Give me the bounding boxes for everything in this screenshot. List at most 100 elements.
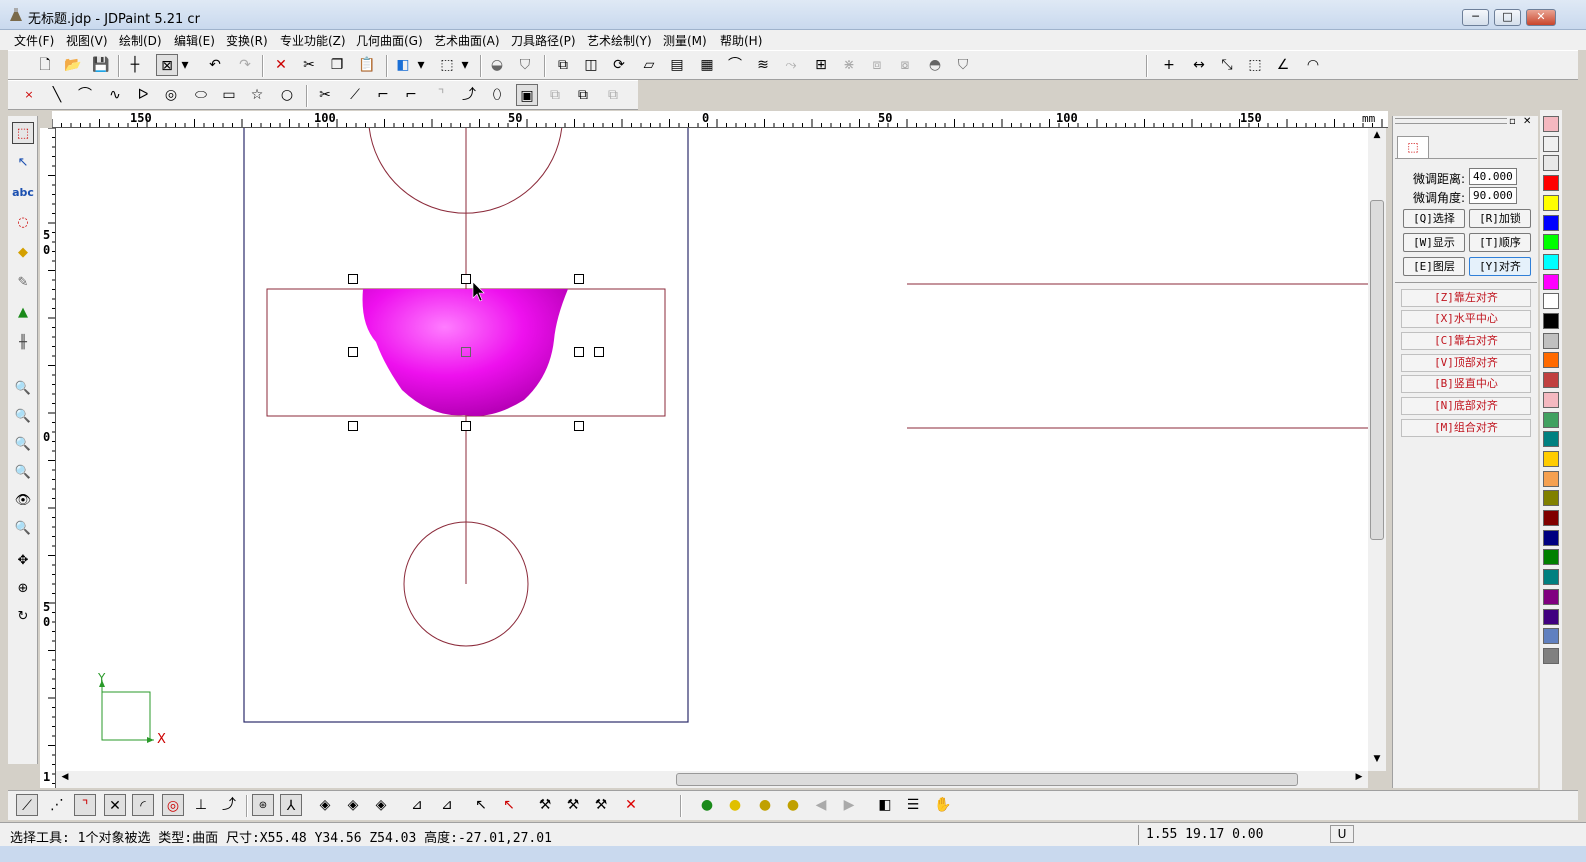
display-button[interactable]: [W]显示 [1403,233,1465,252]
line-icon[interactable]: ╲ [46,84,68,106]
box-view-icon[interactable]: ⬚ [436,54,458,76]
chevron-down-icon[interactable]: ▾ [178,54,192,76]
snap-arc-icon[interactable]: ◜ [132,794,154,816]
snap-intersection-icon[interactable]: ✕ [104,794,126,816]
minimize-button[interactable]: ─ [1462,9,1489,26]
magenta-surface[interactable] [362,289,568,416]
arrow-right-icon[interactable]: ▶ [838,794,860,816]
hand-icon[interactable]: ✋ [932,794,954,816]
panel-close-icon[interactable]: ✕ [1523,116,1535,128]
text-tool-icon[interactable]: abc [12,182,34,204]
light-multi-icon[interactable]: ● [782,794,804,816]
snap-tangent-icon[interactable]: ⤴ [218,794,240,816]
array-icon[interactable]: ▦ [696,54,718,76]
skew-icon[interactable]: ▱ [638,54,660,76]
vertical-scroll-thumb[interactable] [1370,200,1384,540]
zoom-in-icon[interactable]: 🔍 [12,434,34,456]
layer-list-icon[interactable]: ☰ [902,794,924,816]
mode-indicator[interactable]: U [1330,825,1354,843]
vertical-scrollbar[interactable]: ▲ ▼ [1368,128,1386,771]
snap-midpoint-icon[interactable]: ⋰ [46,794,68,816]
scroll-up-icon[interactable]: ▲ [1370,130,1384,144]
curve-icon[interactable]: ⌒ [724,54,746,76]
color-swatch[interactable] [1543,234,1559,251]
undo-icon[interactable]: ↶ [204,54,226,76]
menu-art-draw[interactable]: 艺术绘制(Y) [587,32,652,49]
bucket-icon[interactable]: ▲ [12,302,34,324]
lock-button[interactable]: [R]加锁 [1469,209,1531,228]
mirror-icon[interactable]: ◫ [580,54,602,76]
color-swatch[interactable] [1543,155,1559,172]
plus-icon[interactable]: + [1158,54,1180,76]
color-swatch[interactable] [1543,253,1559,270]
menu-geometric-surface[interactable]: 几何曲面(G) [356,32,423,49]
align-left-button[interactable]: [Z]靠左对齐 [1401,289,1531,307]
zoom-all-icon[interactable]: 🔍 [12,462,34,484]
color-swatch[interactable] [1543,332,1559,349]
snap-endpoint-icon[interactable]: ⟋ [16,794,38,816]
deselect-point-icon[interactable]: ↖ [498,794,520,816]
panel-float-icon[interactable]: ▫ [1509,116,1521,128]
view-iso-3-icon[interactable]: ◈ [370,794,392,816]
menu-edit[interactable]: 编辑(E) [174,32,215,49]
menu-help[interactable]: 帮助(H) [720,32,762,49]
color-swatch[interactable] [1543,431,1559,448]
star-icon[interactable]: ☆ [246,84,268,106]
measure-distance-icon[interactable]: ↔ [1188,54,1210,76]
snap-center-icon[interactable]: ◎ [162,794,184,816]
menu-toolpath[interactable]: 刀具路径(P) [511,32,576,49]
color-swatch[interactable] [1543,490,1559,507]
spline-icon[interactable]: ∿ [104,84,126,106]
rotate-view-icon[interactable]: ↻ [12,606,34,628]
delete-icon[interactable]: ✕ [270,54,292,76]
circle-icon[interactable]: ◎ [160,84,182,106]
align-icon[interactable]: ▤ [666,54,688,76]
offset-icon[interactable]: ▣ [516,84,538,106]
shade-icon[interactable]: ◒ [486,54,508,76]
copy-icon[interactable]: ❐ [326,54,348,76]
new-file-icon[interactable]: 🗋 [34,54,56,76]
scroll-left-icon[interactable]: ◀ [58,772,72,786]
color-swatch[interactable] [1543,116,1559,132]
shade-icon[interactable]: ◓ [924,54,946,76]
chevron-down-icon[interactable]: ▾ [414,54,428,76]
color-swatch[interactable] [1543,313,1559,329]
rotate-transform-icon[interactable]: ⧉ [602,84,624,106]
menu-transform[interactable]: 变换(R) [226,32,268,49]
align-button[interactable]: [Y]对齐 [1469,257,1531,276]
menu-professional[interactable]: 专业功能(Z) [280,32,346,49]
align-bottom-button[interactable]: [N]底部对齐 [1401,397,1531,415]
ellipse-offset-icon[interactable]: ⬯ [486,84,508,106]
measure-arc-icon[interactable]: ◠ [1302,54,1324,76]
fillet-icon[interactable]: ⌐ [372,84,394,106]
wave-icon[interactable]: ≋ [752,54,774,76]
close-button[interactable]: ✕ [1526,9,1556,26]
fill-tool-icon[interactable]: ◆ [12,242,34,264]
corner-icon[interactable]: ⌝ [430,84,452,106]
zoom-out-icon[interactable]: 🔍 [12,406,34,428]
node-tool-1-icon[interactable]: ⚒ [534,794,556,816]
join-icon[interactable]: ⤳ [780,54,802,76]
color-swatch[interactable] [1543,470,1559,487]
plane-icon[interactable]: ⊿ [406,794,428,816]
color-swatch[interactable] [1543,588,1559,605]
offset-curve-icon[interactable]: ⤴ [458,84,480,106]
node-edit-icon[interactable]: ↖ [12,152,34,174]
scroll-right-icon[interactable]: ▶ [1352,772,1366,786]
horizontal-scroll-thumb[interactable] [676,773,1298,786]
transform-icon[interactable]: ⧉ [552,54,574,76]
material-icon[interactable]: ◧ [874,794,896,816]
measure-box-icon[interactable]: ⬚ [1244,54,1266,76]
snap-corner-icon[interactable]: ⌝ [74,794,96,816]
extend-icon[interactable]: ⟋ [344,84,366,106]
grid-icon[interactable]: ⊞ [810,54,832,76]
align-hcenter-button[interactable]: [X]水平中心 [1401,310,1531,328]
menu-draw[interactable]: 绘制(D) [119,32,162,49]
light-select-icon[interactable]: ● [754,794,776,816]
color-swatch[interactable] [1543,549,1559,566]
order-button[interactable]: [T]顺序 [1469,233,1531,252]
zoom-realtime-icon[interactable]: ⊕ [12,578,34,600]
plane-edit-icon[interactable]: ⊿ [436,794,458,816]
color-swatch[interactable] [1543,214,1559,231]
color-swatch[interactable] [1543,608,1559,625]
